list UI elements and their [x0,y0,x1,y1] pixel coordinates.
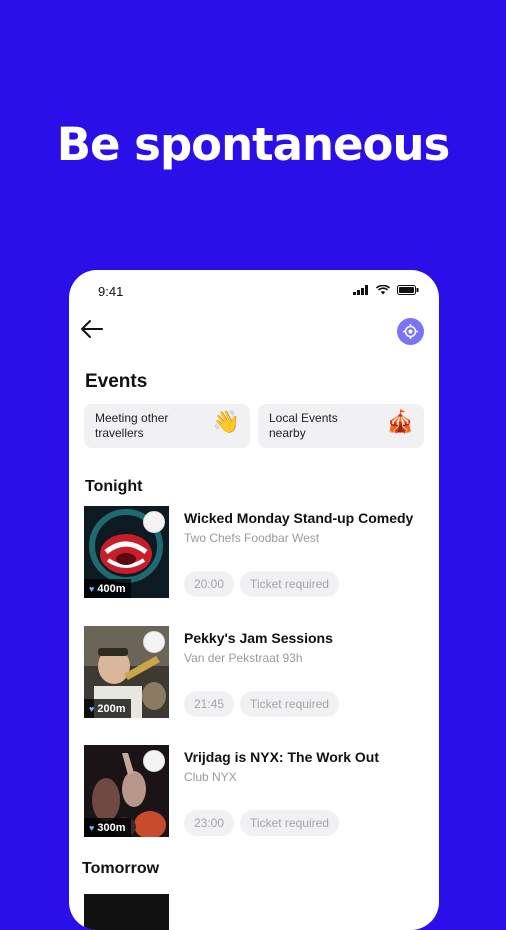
battery-icon [397,285,419,295]
heart-icon: ♥ [89,822,95,833]
favorite-toggle[interactable] [143,750,165,772]
waving-hand-icon: 👋 [212,409,240,434]
back-arrow-icon[interactable] [79,316,105,342]
event-tags: 20:00 Ticket required [184,571,339,597]
wifi-icon [376,285,390,295]
favorite-toggle[interactable] [143,631,165,653]
event-time: 20:00 [184,571,235,597]
distance-badge: ♥ 200m [84,699,132,718]
location-target-icon [403,324,418,339]
section-tomorrow: Tomorrow [82,860,160,877]
event-card[interactable]: ♥ 300m Vrijdag is NYX: The Work Out Club… [84,745,434,837]
chip-meeting-travellers[interactable]: Meeting other travellers 👋 [84,404,250,448]
event-tags: 23:00 Ticket required [184,810,339,836]
event-title: Vrijdag is NYX: The Work Out [184,749,379,765]
circus-tent-icon: 🎪 [386,409,414,434]
status-bar: 9:41 [69,270,439,312]
signal-icon [353,285,368,295]
phone-screen: 9:41 Events Meeting other travellers 👋 L… [69,270,439,930]
section-tonight: Tonight [85,478,143,495]
ticket-badge: Ticket required [240,571,339,597]
event-thumbnail: ♥ 300m [84,745,169,837]
filter-chips: Meeting other travellers 👋 Local Events … [84,404,424,448]
event-title: Pekky's Jam Sessions [184,630,333,646]
event-thumbnail [84,894,169,930]
event-time: 21:45 [184,691,235,717]
event-card[interactable]: ♥ 200m Pekky's Jam Sessions Van der Peks… [84,626,434,718]
event-title: Wicked Monday Stand-up Comedy [184,510,414,526]
status-time: 9:41 [98,284,124,299]
distance-badge: ♥ 400m [84,579,132,598]
distance-value: 200m [97,702,126,715]
event-venue: Club NYX [184,770,237,784]
location-button[interactable] [397,318,424,345]
event-venue: Two Chefs Foodbar West [184,531,320,545]
headline: Be spontaneous [56,118,451,171]
event-tags: 21:45 Ticket required [184,691,339,717]
event-venue: Van der Pekstraat 93h [184,651,303,665]
distance-value: 400m [97,582,126,595]
event-card[interactable]: ♥ 400m Wicked Monday Stand-up Comedy Two… [84,506,434,598]
distance-badge: ♥ 300m [84,818,132,837]
event-time: 23:00 [184,810,235,836]
event-thumbnail: ♥ 400m [84,506,169,598]
distance-value: 300m [97,821,126,834]
heart-icon: ♥ [89,703,95,714]
page-title: Events [85,371,148,392]
ticket-badge: Ticket required [240,691,339,717]
status-icons [353,285,419,295]
ticket-badge: Ticket required [240,810,339,836]
event-thumbnail: ♥ 200m [84,626,169,718]
favorite-toggle[interactable] [143,511,165,533]
chip-local-events[interactable]: Local Events nearby 🎪 [258,404,424,448]
heart-icon: ♥ [89,583,95,594]
